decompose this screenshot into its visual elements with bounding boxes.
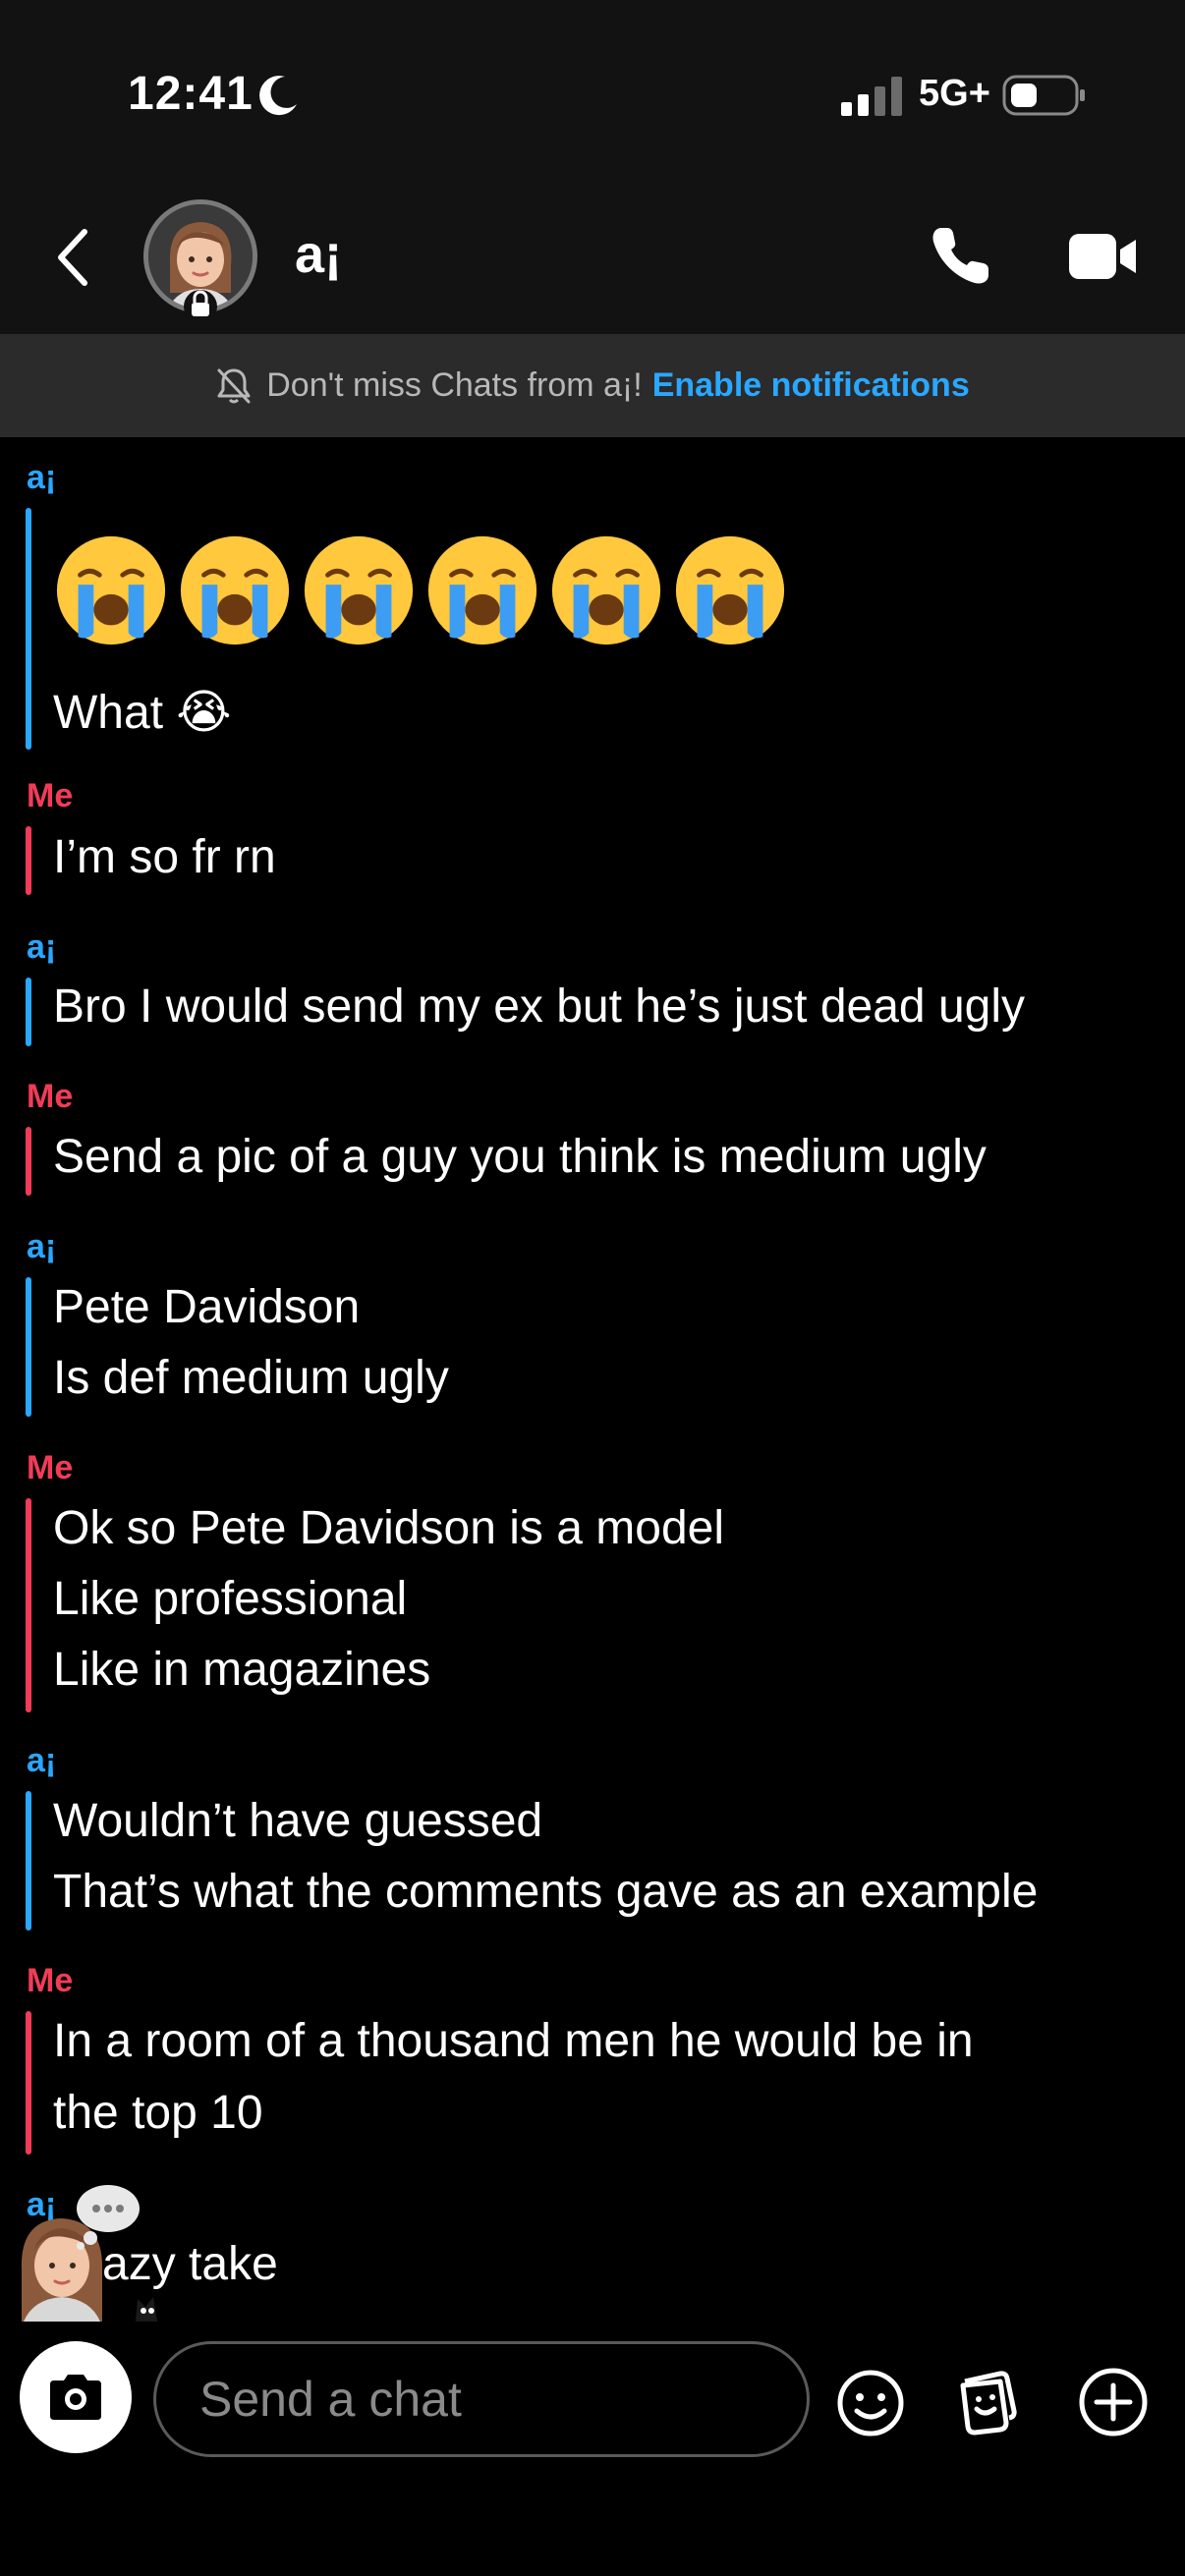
- enable-notifications-link[interactable]: Enable notifications: [652, 366, 970, 405]
- thought-bubble-icon: [77, 2185, 140, 2250]
- battery-icon: [1002, 75, 1085, 116]
- message-text[interactable]: the top 10: [53, 2086, 263, 2140]
- message-text[interactable]: Like in magazines: [53, 1643, 430, 1697]
- network-label: 5G+: [919, 73, 990, 114]
- message-bar: [26, 826, 31, 895]
- message-bar: [26, 978, 31, 1046]
- chat-input[interactable]: [156, 2371, 831, 2428]
- camera-icon: [50, 2375, 101, 2420]
- message-text[interactable]: That’s what the comments gave as an exam…: [53, 1865, 1038, 1919]
- sticker-icon[interactable]: [955, 2368, 1026, 2438]
- message-bar: [26, 1791, 31, 1931]
- message-text[interactable]: Wouldn’t have guessed: [53, 1794, 542, 1848]
- sender-label: Me: [27, 1962, 74, 1999]
- crying-emoji: [427, 535, 537, 645]
- notification-banner: Don't miss Chats from a¡! Enable notific…: [0, 334, 1185, 437]
- chat-thread[interactable]: a¡ What 😭 Me I’m so fr rn a¡ Bro I would…: [0, 437, 1185, 2322]
- message-bar: [26, 1277, 31, 1417]
- message-text[interactable]: What 😭: [53, 685, 231, 740]
- chat-input-container[interactable]: [153, 2341, 831, 2457]
- moon-icon: [259, 76, 297, 116]
- message-bar: [26, 1127, 31, 1196]
- message-text[interactable]: I’m so fr rn: [53, 830, 276, 884]
- back-icon[interactable]: [51, 226, 94, 289]
- message-bar: [26, 2011, 31, 2155]
- message-bar: [26, 508, 31, 750]
- message-bar: [26, 1498, 31, 1712]
- video-icon[interactable]: [1069, 232, 1138, 281]
- crying-emoji: [551, 535, 661, 645]
- bell-off-icon: [217, 368, 251, 403]
- sender-label: a¡: [27, 928, 57, 966]
- signal-icon: [841, 77, 902, 116]
- message-text[interactable]: Bro I would send my ex but he’s just dea…: [53, 980, 1025, 1034]
- sender-label: Me: [27, 1449, 74, 1486]
- smiley-icon[interactable]: [835, 2368, 906, 2438]
- crying-emoji: [56, 535, 166, 645]
- emoji-message[interactable]: [53, 532, 788, 648]
- message-text[interactable]: In a room of a thousand men he would be …: [53, 2014, 974, 2068]
- crying-emoji: [675, 535, 785, 645]
- sender-label: Me: [27, 1078, 74, 1115]
- notification-text: Don't miss Chats from a¡!: [266, 366, 643, 404]
- sender-label: Me: [27, 777, 74, 814]
- status-time: 12:41: [128, 68, 254, 120]
- plus-icon[interactable]: [1077, 2366, 1150, 2438]
- contact-name[interactable]: a¡: [295, 224, 342, 285]
- message-text[interactable]: Pete Davidson: [53, 1280, 360, 1334]
- phone-icon[interactable]: [928, 224, 992, 289]
- camera-button[interactable]: [20, 2341, 132, 2453]
- message-text[interactable]: Send a pic of a guy you think is medium …: [53, 1130, 987, 1184]
- sender-label: a¡: [27, 1228, 57, 1265]
- message-text[interactable]: Ok so Pete Davidson is a model: [53, 1501, 724, 1555]
- crying-emoji: [304, 535, 414, 645]
- message-text[interactable]: Is def medium ugly: [53, 1351, 449, 1405]
- sender-label: a¡: [27, 1742, 57, 1779]
- sender-label: a¡: [27, 459, 57, 496]
- message-text[interactable]: Like professional: [53, 1572, 407, 1626]
- crying-emoji: [180, 535, 290, 645]
- lock-icon: [184, 290, 217, 323]
